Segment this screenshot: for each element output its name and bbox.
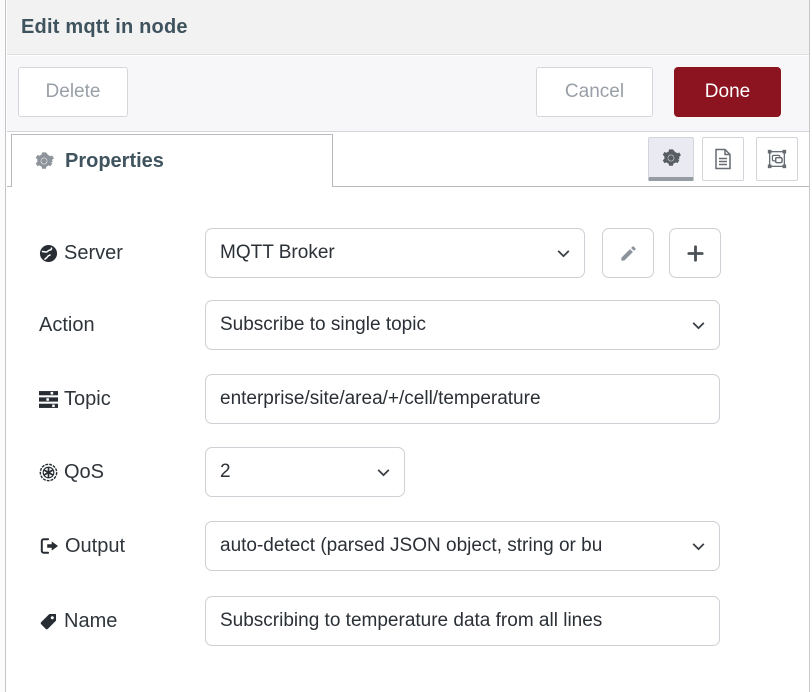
chevron-down-icon bbox=[375, 464, 392, 481]
cancel-button[interactable]: Cancel bbox=[536, 67, 653, 117]
delete-button[interactable]: Delete bbox=[18, 67, 128, 117]
output-select[interactable]: auto-detect (parsed JSON object, string … bbox=[205, 521, 720, 571]
topic-input[interactable] bbox=[205, 374, 720, 424]
tab-properties-label: Properties bbox=[65, 150, 164, 173]
output-label: Output bbox=[39, 521, 125, 571]
chevron-down-icon bbox=[690, 538, 707, 555]
qos-label: QoS bbox=[39, 447, 104, 497]
globe-icon bbox=[39, 244, 58, 263]
action-select[interactable]: Subscribe to single topic bbox=[205, 300, 720, 350]
dialog-title: Edit mqtt in node bbox=[21, 16, 188, 39]
qos-row: QoS 2 bbox=[7, 447, 809, 497]
server-select[interactable]: MQTT Broker bbox=[205, 228, 585, 278]
gear-icon bbox=[661, 148, 681, 168]
qos-select[interactable]: 2 bbox=[205, 447, 405, 497]
properties-form: Server MQTT Broker Action bbox=[7, 187, 809, 692]
tab-button-appearance[interactable] bbox=[756, 137, 798, 181]
document-icon bbox=[713, 148, 733, 170]
output-row: Output auto-detect (parsed JSON object, … bbox=[7, 521, 809, 571]
appearance-icon bbox=[766, 148, 788, 170]
edit-mqtt-in-node-dialog: Edit mqtt in node Delete Cancel Done Pro… bbox=[7, 0, 810, 692]
tasks-icon bbox=[39, 391, 58, 408]
tag-icon bbox=[39, 612, 58, 631]
add-server-button[interactable] bbox=[669, 228, 721, 278]
gear-icon bbox=[34, 151, 54, 171]
action-row: Action Subscribe to single topic bbox=[7, 300, 809, 350]
edit-server-button[interactable] bbox=[602, 228, 654, 278]
done-button[interactable]: Done bbox=[674, 67, 781, 117]
dialog-header: Edit mqtt in node bbox=[7, 0, 809, 55]
dialog-toolbar: Delete Cancel Done bbox=[7, 56, 809, 132]
name-label: Name bbox=[39, 596, 117, 646]
tab-button-properties[interactable] bbox=[648, 137, 694, 181]
tab-button-description[interactable] bbox=[702, 137, 744, 181]
chevron-down-icon bbox=[690, 317, 707, 334]
plus-icon bbox=[686, 244, 705, 263]
topic-row: Topic bbox=[7, 374, 809, 424]
tab-properties[interactable]: Properties bbox=[11, 134, 333, 187]
empire-icon bbox=[39, 463, 58, 482]
name-row: Name bbox=[7, 596, 809, 646]
editor-edge bbox=[0, 0, 6, 692]
sign-out-icon bbox=[39, 537, 59, 555]
chevron-down-icon bbox=[555, 245, 572, 262]
server-row: Server MQTT Broker bbox=[7, 228, 809, 278]
pencil-icon bbox=[619, 244, 638, 263]
action-label: Action bbox=[39, 300, 95, 350]
server-label: Server bbox=[39, 228, 123, 278]
topic-label: Topic bbox=[39, 374, 111, 424]
name-input[interactable] bbox=[205, 596, 720, 646]
tab-bar: Properties bbox=[7, 132, 809, 187]
